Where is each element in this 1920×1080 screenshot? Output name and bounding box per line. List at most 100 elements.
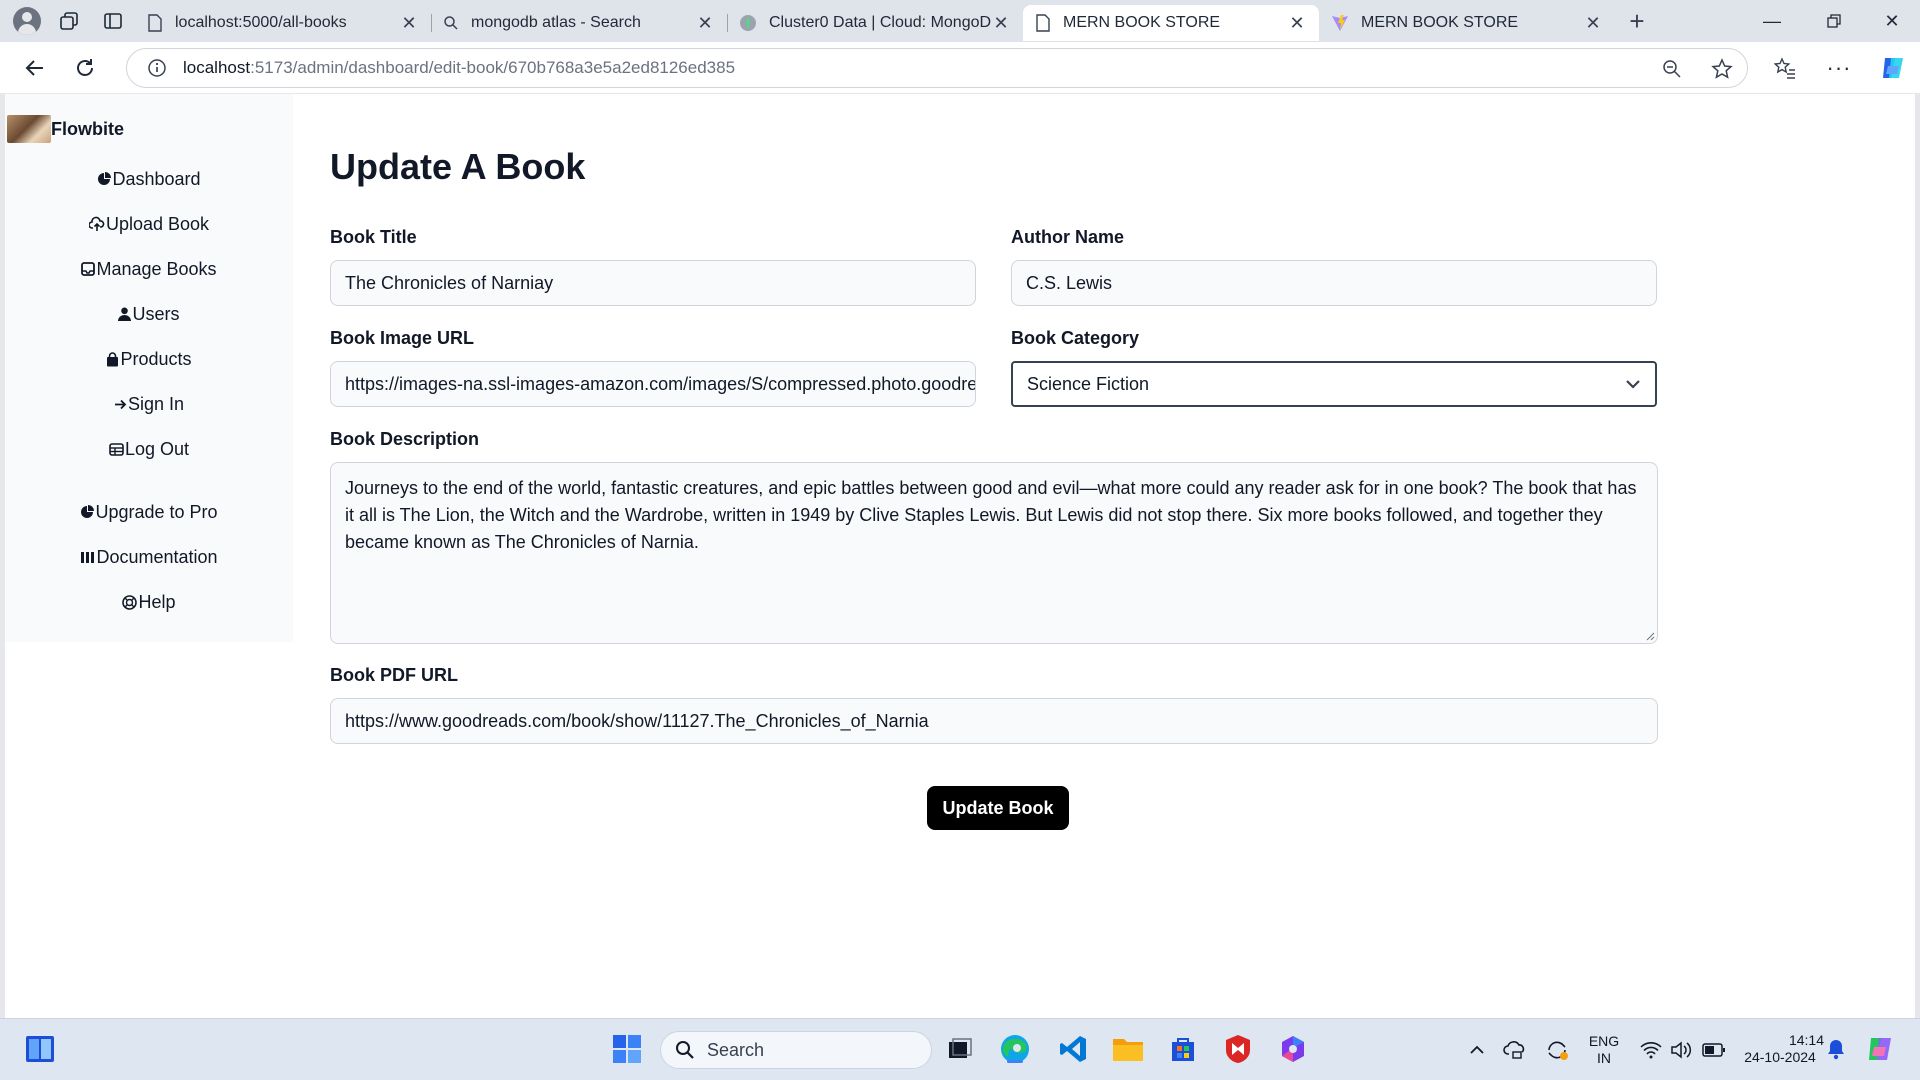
widgets-button[interactable] xyxy=(22,1031,58,1067)
taskbar-search-box[interactable]: Search xyxy=(660,1031,932,1069)
sidebar-item-upload-book[interactable]: Upload Book xyxy=(5,209,293,239)
vertical-tabs-button[interactable] xyxy=(91,1,135,41)
language-indicator[interactable]: ENG IN xyxy=(1578,1033,1630,1067)
brand-logo xyxy=(7,115,51,143)
sidebar-item-label: Manage Books xyxy=(96,258,217,279)
arrow-right-icon xyxy=(114,399,127,409)
book-pdf-url-input[interactable]: https://www.goodreads.com/book/show/1112… xyxy=(330,698,1658,744)
book-title-input[interactable]: The Chronicles of Narniay xyxy=(330,260,976,306)
workspaces-button[interactable] xyxy=(47,1,91,41)
network-button[interactable] xyxy=(1636,1030,1666,1070)
browser-tab[interactable]: localhost:5000/all-books ✕ xyxy=(135,5,431,41)
browser-tab[interactable]: MERN BOOK STORE ✕ xyxy=(1319,5,1615,41)
resize-handle-icon[interactable] xyxy=(1645,631,1655,641)
sidebar-item-label: Products xyxy=(120,348,192,369)
favorite-button[interactable] xyxy=(1697,49,1747,89)
volume-button[interactable] xyxy=(1666,1030,1696,1070)
restore-button[interactable] xyxy=(1806,0,1862,42)
sidebar-item-upgrade-to-pro[interactable]: Upgrade to Pro xyxy=(5,497,293,527)
sync-icon xyxy=(1548,1041,1568,1060)
taskbar-app-vscode[interactable] xyxy=(1055,1031,1091,1067)
sidebar-item-label: Dashboard xyxy=(112,168,201,189)
taskbar-app-store[interactable] xyxy=(1165,1031,1201,1067)
brand-link[interactable]: Flowbite xyxy=(5,110,293,148)
more-options-button[interactable]: ··· xyxy=(1814,48,1864,88)
browser-tab[interactable]: Cluster0 Data | Cloud: MongoDB ✕ xyxy=(727,5,1023,41)
book-image-url-input[interactable]: https://images-na.ssl-images-amazon.com/… xyxy=(330,361,976,407)
favorites-list-icon xyxy=(1774,57,1795,79)
brand-name: Flowbite xyxy=(51,118,124,139)
copilot-icon xyxy=(1883,58,1903,78)
back-button[interactable] xyxy=(10,48,60,88)
book-description-text: Journeys to the end of the world, fantas… xyxy=(345,478,1637,552)
update-book-button[interactable]: Update Book xyxy=(927,786,1069,830)
clock[interactable]: 14:14 24-10-2024 xyxy=(1730,1032,1830,1066)
sidebar-item-manage-books[interactable]: Manage Books xyxy=(5,254,293,284)
active-app-indicator xyxy=(1007,1060,1023,1063)
minimize-button[interactable]: — xyxy=(1744,0,1800,42)
book-pdf-url-label: Book PDF URL xyxy=(330,665,458,685)
info-icon[interactable] xyxy=(147,58,167,78)
ellipsis-icon: ··· xyxy=(1826,55,1852,80)
cloud-network-icon xyxy=(1503,1041,1525,1059)
pie-chart-icon xyxy=(98,172,112,185)
notifications-button[interactable] xyxy=(1818,1031,1854,1067)
address-bar[interactable]: localhost:5173/admin/dashboard/edit-book… xyxy=(126,48,1748,88)
book-description-textarea[interactable]: Journeys to the end of the world, fantas… xyxy=(330,462,1658,644)
taskbar-app-m365[interactable] xyxy=(1275,1031,1311,1067)
favorites-button[interactable] xyxy=(1760,48,1810,88)
copilot-button[interactable] xyxy=(1868,48,1918,88)
chevron-down-icon xyxy=(1626,380,1640,389)
tab-title: MERN BOOK STORE xyxy=(1361,14,1519,31)
taskbar-app-file-explorer[interactable] xyxy=(1110,1031,1146,1067)
sidebar-item-users[interactable]: Users xyxy=(5,299,293,329)
profile-button[interactable] xyxy=(7,1,47,41)
task-view-button[interactable] xyxy=(942,1031,978,1067)
start-button[interactable] xyxy=(609,1031,645,1067)
close-icon[interactable]: ✕ xyxy=(695,13,715,34)
windows-logo-icon xyxy=(613,1035,641,1063)
close-icon[interactable]: ✕ xyxy=(399,13,419,34)
browser-tab-active[interactable]: MERN BOOK STORE ✕ xyxy=(1023,5,1319,41)
sync-button[interactable] xyxy=(1536,1030,1578,1070)
app-viewport: Flowbite Dashboard Upload Book Manage Bo… xyxy=(0,94,1920,1018)
sidebar-item-sign-in[interactable]: Sign In xyxy=(5,389,293,419)
show-hidden-icons-button[interactable] xyxy=(1460,1030,1494,1070)
folder-icon xyxy=(1113,1039,1143,1061)
sidebar-item-label: Documentation xyxy=(96,546,218,567)
book-category-select[interactable]: Science Fiction xyxy=(1011,361,1657,407)
minimize-icon: — xyxy=(1763,10,1781,31)
close-icon[interactable]: ✕ xyxy=(1287,13,1307,34)
taskbar-app-mcafee[interactable] xyxy=(1220,1031,1256,1067)
user-icon xyxy=(118,307,132,321)
copilot-taskbar-button[interactable] xyxy=(1862,1031,1898,1067)
taskbar-app-edge[interactable] xyxy=(997,1031,1033,1067)
book-category-value: Science Fiction xyxy=(1027,373,1150,394)
sidebar-item-documentation[interactable]: Documentation xyxy=(5,542,293,572)
star-icon xyxy=(1711,58,1733,79)
store-icon xyxy=(1172,1038,1194,1061)
new-tab-button[interactable]: + xyxy=(1615,1,1659,41)
sidebar-item-label: Log Out xyxy=(124,438,190,459)
close-icon[interactable]: ✕ xyxy=(1583,13,1603,34)
sidebar-item-log-out[interactable]: Log Out xyxy=(5,434,293,464)
vertical-tabs-icon xyxy=(104,13,122,29)
sidebar-item-products[interactable]: Products xyxy=(5,344,293,374)
close-window-button[interactable]: ✕ xyxy=(1864,0,1920,42)
close-icon[interactable]: ✕ xyxy=(991,13,1011,34)
author-name-label: Author Name xyxy=(1011,227,1125,247)
onedrive-button[interactable] xyxy=(1494,1030,1536,1070)
sidebar-item-help[interactable]: Help xyxy=(5,587,293,617)
page-icon xyxy=(1036,14,1050,32)
zoom-button[interactable] xyxy=(1647,49,1697,89)
pie-chart-icon xyxy=(81,505,95,518)
browser-tab[interactable]: mongodb atlas - Search ✕ xyxy=(431,5,727,41)
task-view-icon xyxy=(949,1038,972,1058)
book-category-label: Book Category xyxy=(1011,328,1140,348)
author-name-input[interactable]: C.S. Lewis xyxy=(1011,260,1657,306)
tab-title: localhost:5000/all-books xyxy=(175,14,347,31)
search-icon xyxy=(444,16,458,30)
battery-button[interactable] xyxy=(1696,1030,1732,1070)
sidebar-item-dashboard[interactable]: Dashboard xyxy=(5,164,293,194)
reload-button[interactable] xyxy=(60,48,110,88)
